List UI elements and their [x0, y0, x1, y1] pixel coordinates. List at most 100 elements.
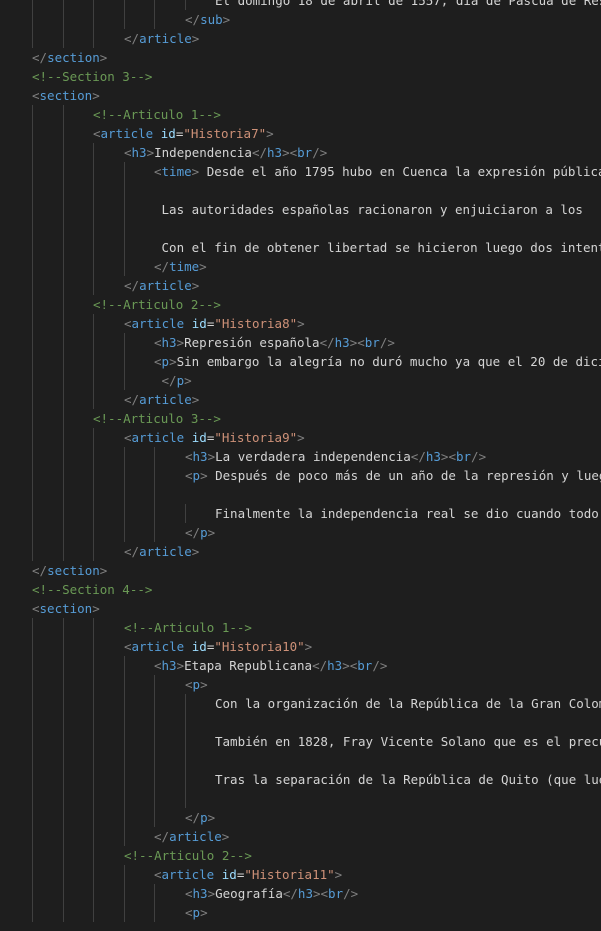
token-tag: article: [139, 31, 192, 46]
indent-guide: [154, 694, 155, 713]
token-punct: >: [191, 278, 200, 293]
code-line[interactable]: <article id="Historia9">: [0, 428, 601, 447]
indent-guide: [124, 865, 125, 884]
indent-guide: [124, 257, 125, 276]
code-line[interactable]: <h3>Represión española</h3><br/>: [0, 333, 601, 352]
code-line[interactable]: <!--Section 4-->: [0, 580, 601, 599]
code-line[interactable]: <p>: [0, 675, 601, 694]
indent-guide: [93, 314, 94, 333]
code-text: </time>: [154, 257, 207, 276]
code-editor[interactable]: El domingo 18 de abril de 1557, día de P…: [0, 0, 601, 931]
indent-guide: [154, 10, 155, 29]
code-line[interactable]: </p>: [0, 371, 601, 390]
code-line[interactable]: </p>: [0, 808, 601, 827]
indent-guide: [93, 333, 94, 352]
code-line[interactable]: Las autoridades españolas racionaron y e…: [0, 200, 601, 219]
code-text: El domingo 18 de abril de 1557, día de P…: [215, 0, 601, 10]
code-text: </p>: [154, 371, 192, 390]
code-line[interactable]: [0, 485, 601, 504]
indent-guide: [154, 884, 155, 903]
code-text: Las autoridades españolas racionaron y e…: [154, 200, 583, 219]
code-line[interactable]: <section>: [0, 599, 601, 618]
code-line[interactable]: </article>: [0, 390, 601, 409]
code-line[interactable]: <h3>Independencia</h3><br/>: [0, 143, 601, 162]
token-tag: h3: [327, 658, 343, 673]
code-line[interactable]: </article>: [0, 29, 601, 48]
indent-guide: [63, 865, 64, 884]
code-line[interactable]: <p>: [0, 903, 601, 922]
code-line[interactable]: <!--Articulo 1-->: [0, 105, 601, 124]
token-punct: >: [334, 867, 343, 882]
code-line[interactable]: [0, 219, 601, 238]
code-line[interactable]: <h3>Geografía</h3><br/>: [0, 884, 601, 903]
code-line[interactable]: <article id="Historia11">: [0, 865, 601, 884]
code-text: <article id="Historia11">: [154, 865, 342, 884]
code-text: Con el fin de obtener libertad se hicier…: [154, 238, 601, 257]
token-punct: </: [154, 259, 170, 274]
code-line[interactable]: Con el fin de obtener libertad se hicier…: [0, 238, 601, 257]
token-punct: >: [312, 886, 321, 901]
indent-guide: [124, 162, 125, 181]
indent-guide: [32, 466, 33, 485]
code-line[interactable]: <p>Sin embargo la alegría no duró mucho …: [0, 352, 601, 371]
code-text: <article id="Historia8">: [124, 314, 305, 333]
code-line[interactable]: Con la organización de la República de l…: [0, 694, 601, 713]
code-line[interactable]: </time>: [0, 257, 601, 276]
code-line[interactable]: [0, 181, 601, 200]
indent-guide: [63, 105, 64, 124]
code-line[interactable]: Tras la separación de la República de Qu…: [0, 770, 601, 789]
code-line[interactable]: </sub>: [0, 10, 601, 29]
code-text: <section>: [32, 86, 100, 105]
token-punct: >: [99, 563, 108, 578]
indent-guide: [93, 143, 94, 162]
indent-guide: [93, 485, 94, 504]
code-line[interactable]: El domingo 18 de abril de 1557, día de P…: [0, 0, 601, 10]
code-line[interactable]: </section>: [0, 48, 601, 67]
indent-guide: [32, 162, 33, 181]
code-line[interactable]: También en 1828, Fray Vicente Solano que…: [0, 732, 601, 751]
token-tag: p: [192, 905, 201, 920]
code-line[interactable]: </p>: [0, 523, 601, 542]
code-line[interactable]: <h3>La verdadera independencia</h3><br/>: [0, 447, 601, 466]
code-text: </article>: [124, 276, 199, 295]
indent-guide: [32, 827, 33, 846]
token-punct: <: [154, 658, 162, 673]
indent-guide: [63, 0, 64, 10]
token-punct: >: [207, 525, 216, 540]
code-text: <article id="Historia9">: [124, 428, 305, 447]
code-line[interactable]: [0, 713, 601, 732]
code-line[interactable]: <!--Section 3-->: [0, 67, 601, 86]
code-line[interactable]: <!--Articulo 3-->: [0, 409, 601, 428]
code-line[interactable]: <!--Articulo 2-->: [0, 295, 601, 314]
indent-guide: [185, 770, 186, 789]
token-punct: </: [32, 563, 48, 578]
indent-guide: [154, 675, 155, 694]
code-line[interactable]: [0, 789, 601, 808]
token-tag: article: [131, 639, 185, 654]
code-line[interactable]: <time> Desde el año 1795 hubo en Cuenca …: [0, 162, 601, 181]
code-line[interactable]: </article>: [0, 542, 601, 561]
code-line[interactable]: <article id="Historia10">: [0, 637, 601, 656]
code-line[interactable]: <!--Articulo 1-->: [0, 618, 601, 637]
token-punct: <: [32, 88, 40, 103]
code-line[interactable]: </article>: [0, 827, 601, 846]
code-line[interactable]: [0, 751, 601, 770]
code-line[interactable]: <!--Articulo 2-->: [0, 846, 601, 865]
code-line[interactable]: <p> Después de poco más de un año de la …: [0, 466, 601, 485]
code-line[interactable]: <h3>Etapa Republicana</h3><br/>: [0, 656, 601, 675]
code-text: <!--Articulo 1-->: [93, 105, 221, 124]
code-line[interactable]: <article id="Historia7">: [0, 124, 601, 143]
token-punct: >: [200, 677, 208, 692]
code-line[interactable]: <article id="Historia8">: [0, 314, 601, 333]
code-line[interactable]: </section>: [0, 561, 601, 580]
token-punct: </: [312, 658, 328, 673]
code-line[interactable]: Finalmente la independencia real se dio …: [0, 504, 601, 523]
code-line[interactable]: </article>: [0, 276, 601, 295]
token-punct: </: [124, 278, 140, 293]
token-txt: Represión española: [184, 335, 320, 350]
token-txt: Con el fin de obtener libertad se hicier…: [154, 240, 601, 255]
indent-guide: [63, 314, 64, 333]
token-punct: >: [221, 829, 230, 844]
token-punct: <: [124, 316, 132, 331]
code-line[interactable]: <section>: [0, 86, 601, 105]
